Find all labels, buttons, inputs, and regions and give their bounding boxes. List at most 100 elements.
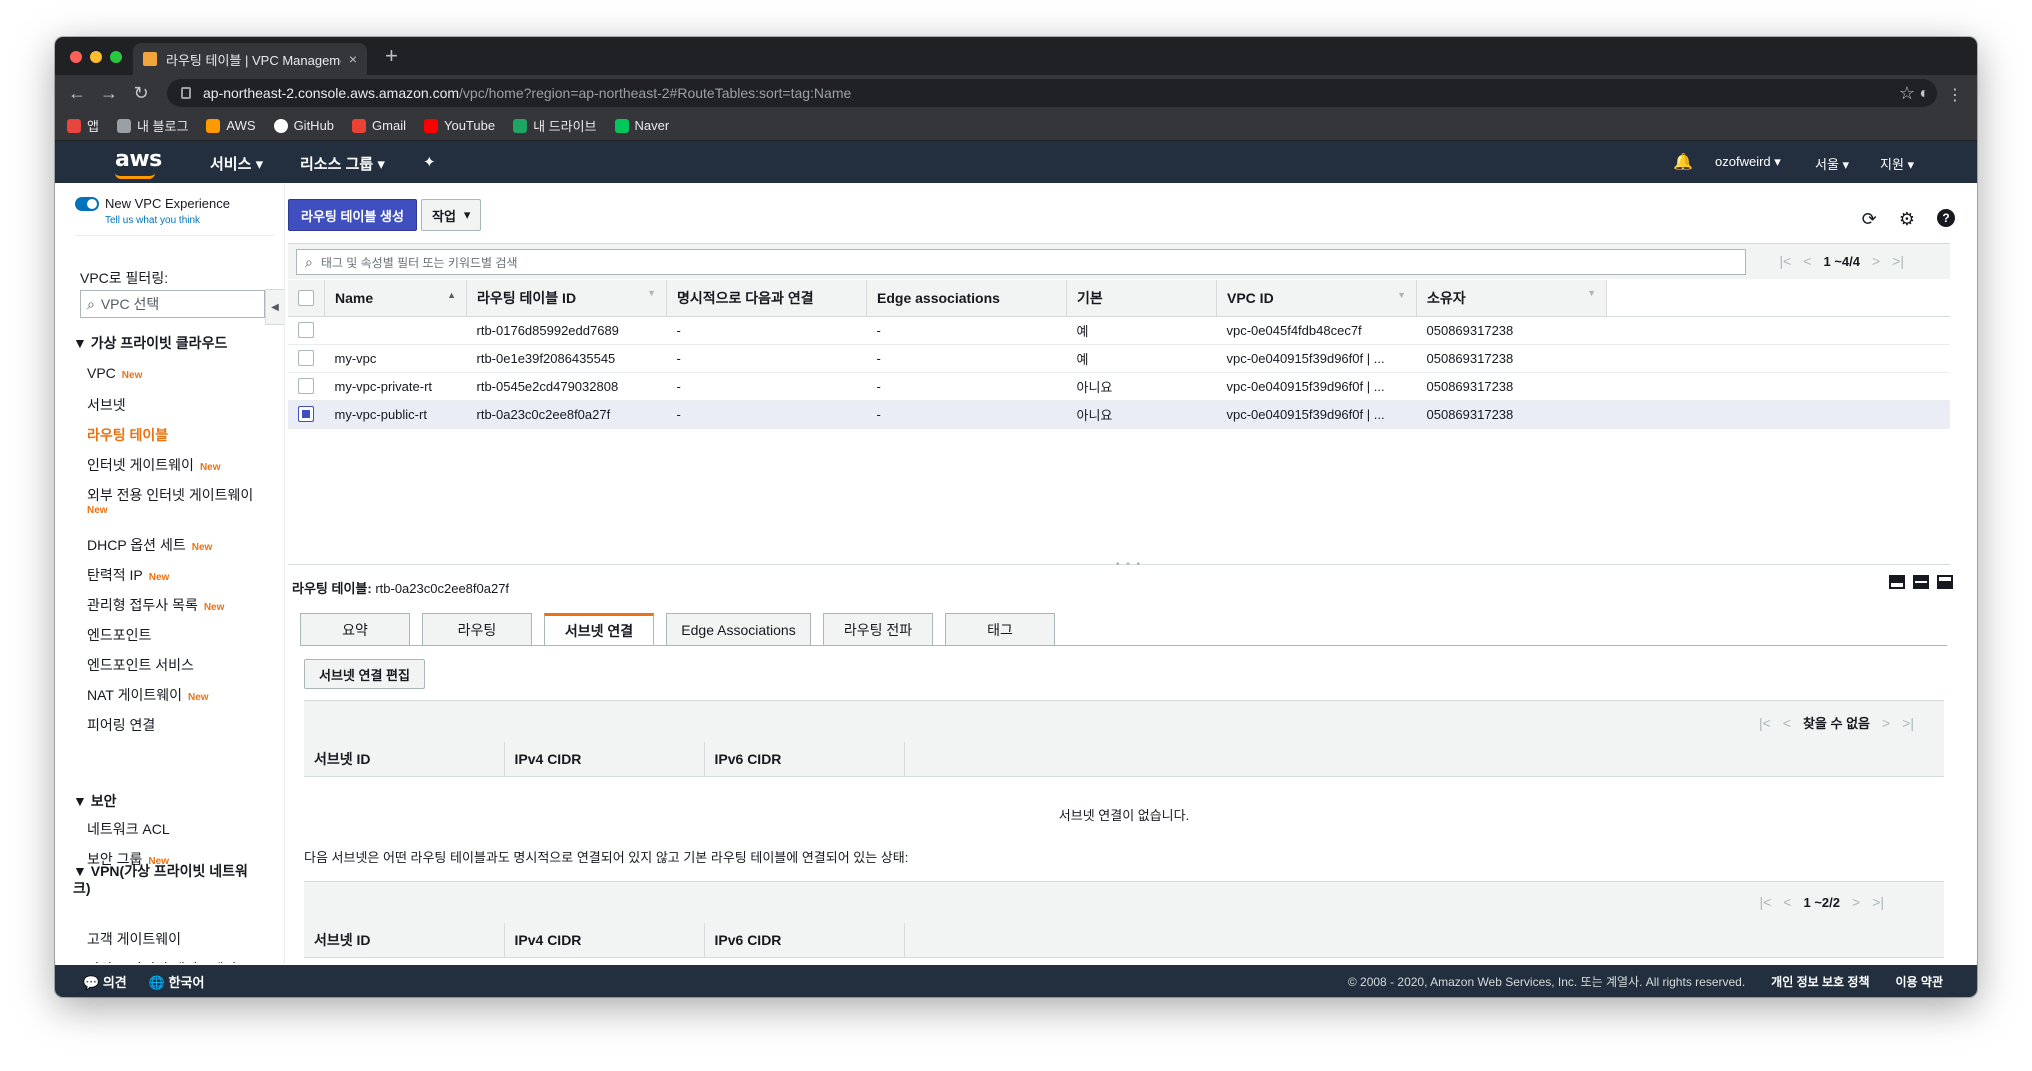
cell-vpc-id[interactable]: vpc-0e040915f39d96f0f | ... — [1216, 344, 1417, 373]
sidebar-item-security-0[interactable]: 네트워크 ACL — [87, 819, 170, 839]
feedback-link[interactable]: Tell us what you think — [105, 215, 200, 226]
bookmark-drive[interactable]: 내 드라이브 — [513, 116, 597, 135]
sidebar-item-vpn-1[interactable]: 가상 프라이빗 게이트웨이 — [87, 959, 236, 963]
cell-vpc-id[interactable]: vpc-0e040915f39d96f0f | ... — [1216, 400, 1417, 429]
tab-tags[interactable]: 태그 — [945, 613, 1055, 645]
sidebar-item-2[interactable]: 라우팅 테이블 — [87, 425, 168, 445]
maximize-window-button[interactable] — [110, 51, 122, 63]
col-edge[interactable]: Edge associations — [866, 280, 1067, 317]
table-row[interactable]: rtb-0176d85992edd7689- - 예 vpc-0e045f4fdb48… — [288, 316, 1950, 345]
row-checkbox[interactable] — [298, 406, 314, 423]
tab-route-propagation[interactable]: 라우팅 전파 — [823, 613, 933, 645]
pin-icon[interactable]: ✦ — [423, 153, 436, 171]
row-checkbox[interactable] — [298, 322, 314, 339]
sidebar-item-6[interactable]: 탄력적 IP New — [87, 565, 169, 585]
new-vpc-toggle[interactable] — [75, 197, 99, 211]
bookmark-apps[interactable]: 앱 — [67, 116, 99, 135]
table-row[interactable]: my-vpc-public-rt rtb-0a23c0c2ee8f0a27f - - 아… — [288, 400, 1950, 429]
support-menu[interactable]: 지원 ▾ — [1880, 154, 1914, 173]
minimize-window-button[interactable] — [90, 51, 102, 63]
sidebar-item-10[interactable]: NAT 게이트웨이 New — [87, 685, 209, 705]
col-subnet-id[interactable]: 서브넷 ID — [304, 742, 505, 777]
feedback-button[interactable]: 💬 의견 — [83, 972, 127, 991]
bookmark-gmail[interactable]: Gmail — [352, 118, 406, 133]
row-checkbox[interactable] — [298, 350, 314, 367]
sidebar-item-9[interactable]: 엔드포인트 서비스 — [87, 655, 194, 675]
prev-page-icon[interactable]: < — [1783, 715, 1791, 731]
actions-button[interactable]: 작업 ▾ — [421, 199, 482, 231]
language-button[interactable]: 🌐 한국어 — [149, 972, 205, 991]
first-page-icon[interactable]: |< — [1759, 715, 1771, 731]
col-ipv4[interactable]: IPv4 CIDR — [504, 742, 705, 777]
table-row[interactable]: my-vpc-private-rt rtb-0545e2cd479032808- -… — [288, 372, 1950, 401]
edit-subnet-associations-button[interactable]: 서브넷 연결 편집 — [304, 659, 425, 689]
drag-handle-icon[interactable]: • • • — [1116, 559, 1142, 570]
bookmark-star-icon[interactable]: ☆ — [1899, 83, 1915, 104]
col-vpc-id[interactable]: VPC ID ▼ — [1216, 280, 1417, 317]
col-ipv4[interactable]: IPv4 CIDR — [504, 923, 705, 958]
layout-top-icon[interactable] — [1937, 575, 1953, 589]
help-icon[interactable]: ? — [1937, 209, 1955, 227]
last-page-icon[interactable]: >| — [1872, 894, 1884, 910]
terms-link[interactable]: 이용 약관 — [1896, 973, 1944, 990]
reload-icon[interactable]: ↻ — [125, 83, 157, 104]
new-tab-button[interactable]: + — [385, 45, 398, 67]
layout-bottom-icon[interactable] — [1889, 575, 1905, 589]
col-explicit[interactable]: 명시적으로 다음과 연결 — [666, 280, 867, 317]
select-all-checkbox[interactable] — [298, 290, 314, 307]
user-menu[interactable]: ozofweird ▾ — [1715, 154, 1781, 170]
tab-summary[interactable]: 요약 — [300, 613, 410, 645]
group-security[interactable]: ▼ 보안 — [73, 793, 117, 810]
prev-page-icon[interactable]: < — [1803, 253, 1811, 269]
table-row[interactable]: my-vpc rtb-0e1e39f2086435545- - 예 vpc-0e0409… — [288, 344, 1950, 373]
bell-icon[interactable]: 🔔 — [1673, 152, 1693, 172]
group-vpc[interactable]: ▼ 가상 프라이빗 클라우드 — [73, 335, 227, 352]
back-icon[interactable]: ← — [61, 83, 93, 104]
sidebar-item-1[interactable]: 서브넷 — [87, 395, 126, 415]
close-window-button[interactable] — [70, 51, 82, 63]
next-page-icon[interactable]: > — [1852, 894, 1860, 910]
tab-routes[interactable]: 라우팅 — [422, 613, 532, 645]
aws-logo[interactable]: aws — [115, 147, 162, 172]
resource-groups-menu[interactable]: 리소스 그룹 ▾ — [300, 153, 385, 174]
sidebar-item-7[interactable]: 관리형 접두사 목록 New — [87, 595, 224, 615]
sidebar-item-8[interactable]: 엔드포인트 — [87, 625, 151, 645]
group-vpn[interactable]: ▼ VPN(가상 프라이빗 네트워크) — [73, 863, 253, 897]
tab-subnet-associations[interactable]: 서브넷 연결 — [544, 613, 654, 646]
region-menu[interactable]: 서울 ▾ — [1815, 154, 1849, 173]
row-checkbox[interactable] — [298, 378, 314, 395]
collapse-sidebar-button[interactable]: ◀ — [265, 289, 284, 325]
layout-split-icon[interactable] — [1913, 575, 1929, 589]
first-page-icon[interactable]: |< — [1759, 894, 1771, 910]
next-page-icon[interactable]: > — [1882, 715, 1890, 731]
sidebar-item-11[interactable]: 피어링 연결 — [87, 715, 155, 735]
create-route-table-button[interactable]: 라우팅 테이블 생성 — [288, 199, 417, 231]
gear-icon[interactable]: ⚙ — [1899, 209, 1915, 230]
vpc-select-input[interactable]: ⌕ VPC 선택 — [80, 290, 265, 318]
sidebar-item-3[interactable]: 인터넷 게이트웨이 New — [87, 455, 221, 475]
col-main[interactable]: 기본 — [1066, 280, 1217, 317]
col-subnet-id[interactable]: 서브넷 ID — [304, 923, 505, 958]
cell-vpc-id[interactable]: vpc-0e040915f39d96f0f | ... — [1216, 372, 1417, 401]
close-tab-icon[interactable]: × — [349, 51, 357, 67]
browser-tab[interactable]: 라우팅 테이블 | VPC Managemen × — [133, 43, 367, 75]
bookmark-github[interactable]: GitHub — [273, 118, 334, 133]
next-page-icon[interactable]: > — [1872, 253, 1880, 269]
col-owner[interactable]: 소유자 ▼ — [1416, 280, 1607, 317]
extension-icon[interactable]: ◐ — [1919, 85, 1929, 105]
col-ipv6[interactable]: IPv6 CIDR — [704, 742, 905, 777]
cell-vpc-id[interactable]: vpc-0e045f4fdb48cec7f — [1216, 316, 1417, 345]
refresh-icon[interactable]: ⟳ — [1862, 209, 1877, 230]
forward-icon[interactable]: → — [93, 83, 125, 104]
sidebar-item-5[interactable]: DHCP 옵션 세트 New — [87, 535, 212, 555]
col-ipv6[interactable]: IPv6 CIDR — [704, 923, 905, 958]
sidebar-item-4[interactable]: 외부 전용 인터넷 게이트웨이 New — [87, 485, 253, 516]
tab-edge-associations[interactable]: Edge Associations — [666, 613, 811, 645]
search-input[interactable]: ⌕ 태그 및 속성별 필터 또는 키워드별 검색 — [296, 249, 1746, 275]
bookmark-blog[interactable]: 내 블로그 — [116, 116, 188, 135]
bookmark-youtube[interactable]: YouTube — [423, 118, 495, 133]
last-page-icon[interactable]: >| — [1892, 253, 1904, 269]
sidebar-item-0[interactable]: VPC New — [87, 365, 142, 381]
bookmark-naver[interactable]: Naver — [614, 118, 669, 133]
privacy-link[interactable]: 개인 정보 보호 정책 — [1771, 973, 1869, 990]
